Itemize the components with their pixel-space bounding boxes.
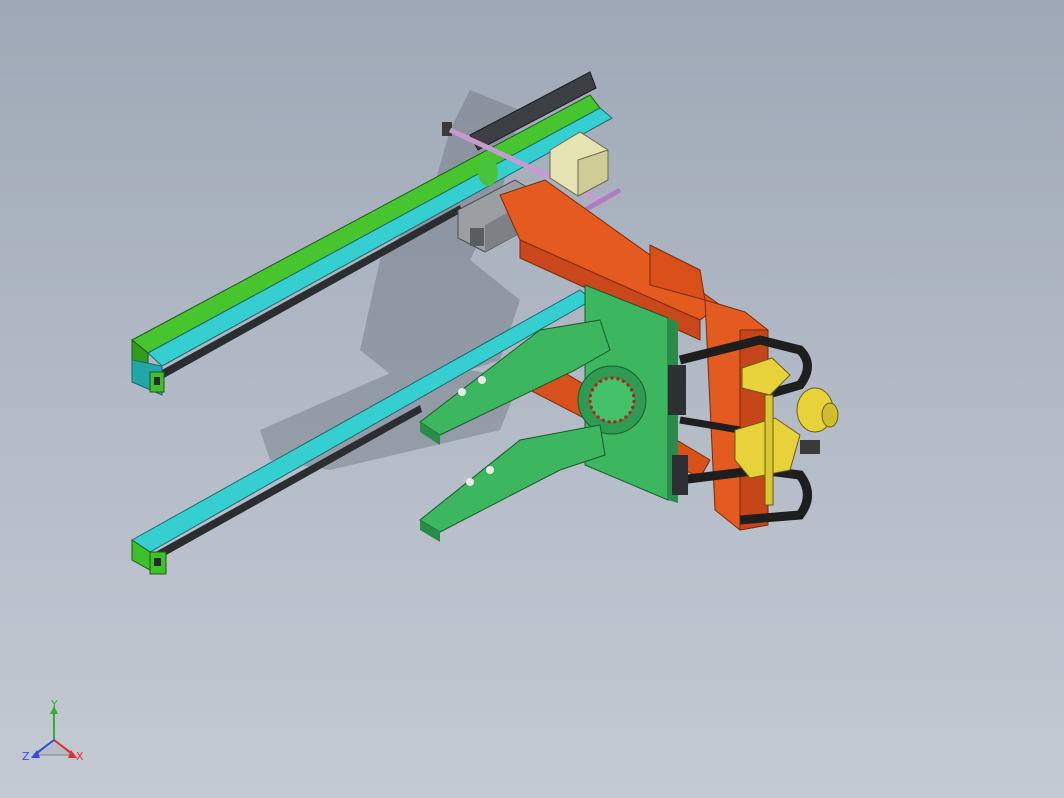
z-axis-label: Z bbox=[22, 750, 30, 763]
rear-rail-end-hole bbox=[154, 377, 160, 385]
vertical-screw bbox=[764, 394, 774, 506]
fork-hole bbox=[478, 376, 486, 384]
triad-base bbox=[34, 739, 74, 756]
fork-hole bbox=[458, 388, 466, 396]
front-rail-end-hole bbox=[154, 558, 161, 566]
roller-block bbox=[672, 455, 688, 495]
orientation-triad[interactable]: Y X Z bbox=[14, 700, 94, 780]
fork-hole bbox=[466, 478, 474, 486]
motor-base bbox=[800, 440, 820, 454]
drive-motor-cap bbox=[821, 402, 839, 428]
assembly-model[interactable] bbox=[0, 0, 1064, 798]
roller-block bbox=[668, 365, 686, 415]
carriage-block bbox=[470, 228, 484, 246]
cad-viewport[interactable]: Y X Z bbox=[0, 0, 1064, 798]
y-axis-label: Y bbox=[50, 700, 58, 711]
x-axis-label: X bbox=[76, 750, 84, 763]
bearing-bolt-ring bbox=[588, 376, 636, 424]
green-coupling bbox=[478, 158, 498, 186]
fork-hole bbox=[486, 466, 494, 474]
